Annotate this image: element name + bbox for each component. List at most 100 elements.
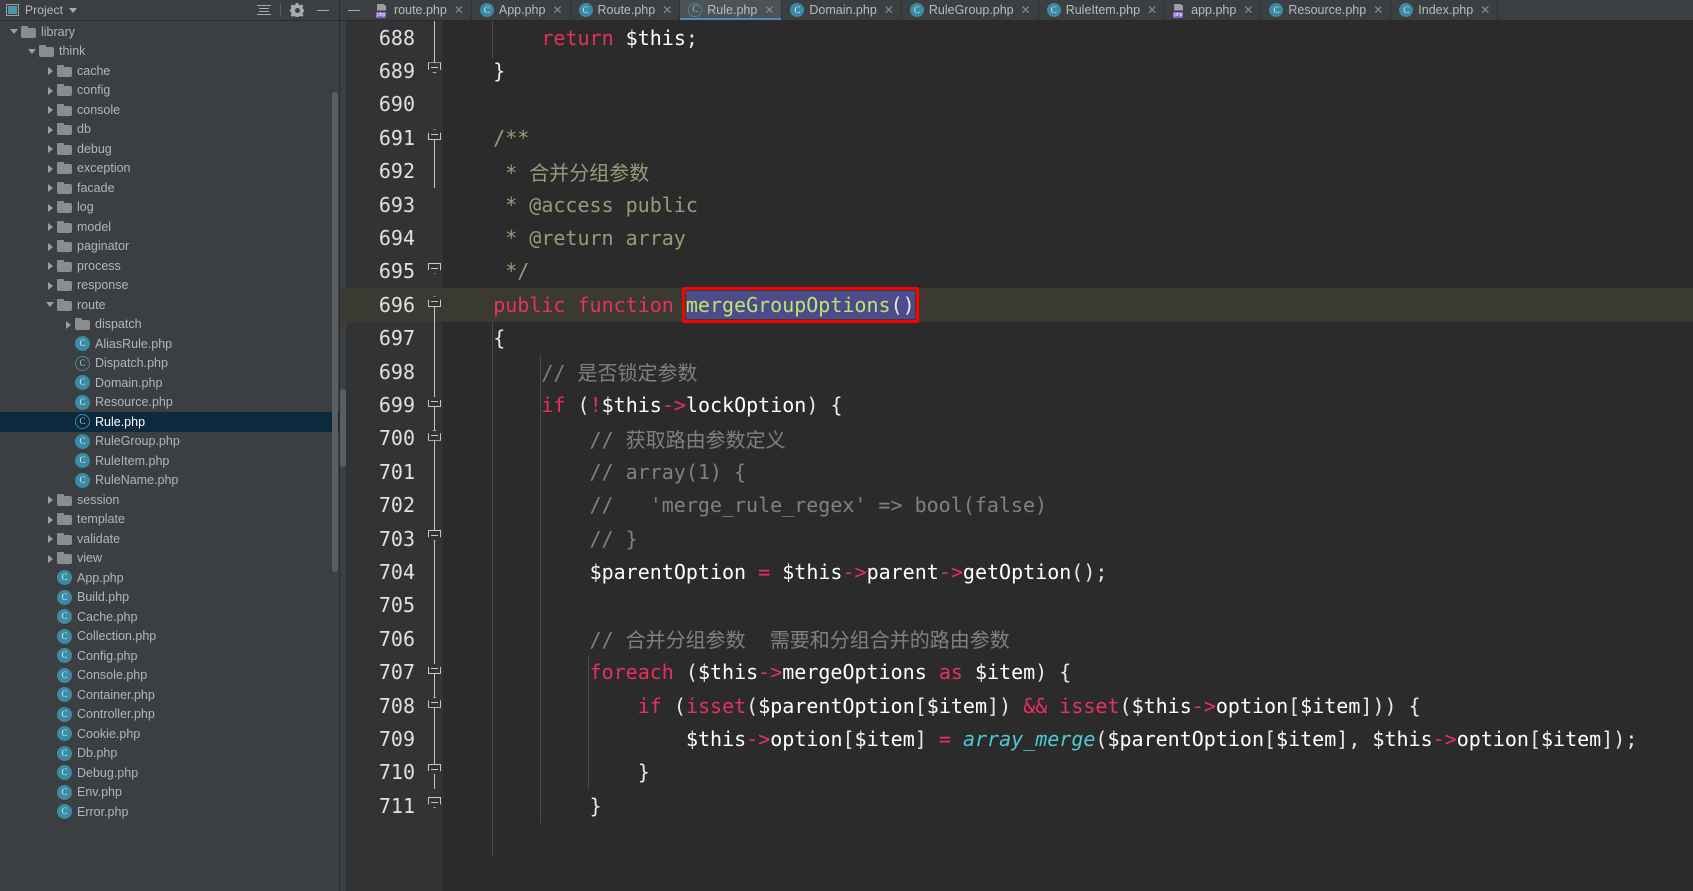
code-line[interactable]: 688 return $this; — [340, 21, 1693, 54]
tree-item[interactable]: C Build.php — [0, 588, 340, 608]
code-line[interactable]: 694 * @return array — [340, 221, 1693, 254]
close-icon[interactable]: ✕ — [454, 4, 464, 16]
triangle-down-icon[interactable] — [8, 25, 21, 38]
code-lines[interactable]: 688 return $this; 689 } 690 691 /** 692 * 合并… — [340, 21, 1693, 891]
triangle-right-icon[interactable] — [44, 493, 57, 506]
editor-tab[interactable]: C App.php ✕ — [472, 0, 571, 20]
code-line[interactable]: 706 // 合并分组参数 需要和分组合并的路由参数 — [340, 622, 1693, 655]
code-line[interactable]: 697 { — [340, 322, 1693, 355]
close-icon[interactable]: ✕ — [884, 4, 894, 16]
fold-toggle-icon[interactable] — [428, 62, 441, 75]
tree-item[interactable]: C Controller.php — [0, 705, 340, 725]
tree-item[interactable]: cache — [0, 61, 340, 81]
fold-gutter-cell[interactable] — [425, 756, 443, 789]
fold-toggle-icon[interactable] — [428, 296, 441, 309]
fold-gutter-cell[interactable] — [425, 355, 443, 388]
fold-gutter-cell[interactable] — [425, 388, 443, 421]
code-line[interactable]: 708 if (isset($parentOption[$item]) && i… — [340, 689, 1693, 722]
tree-item[interactable]: debug — [0, 139, 340, 159]
code-line[interactable]: 700 // 获取路由参数定义 — [340, 422, 1693, 455]
fold-toggle-icon[interactable] — [428, 796, 441, 810]
code-line[interactable]: 705 — [340, 589, 1693, 622]
tree-item[interactable]: process — [0, 256, 340, 276]
tree-item[interactable]: facade — [0, 178, 340, 198]
fold-gutter-cell[interactable] — [425, 155, 443, 188]
triangle-down-icon[interactable] — [26, 45, 39, 58]
editor-tab[interactable]: app.php ✕ — [1165, 0, 1262, 20]
close-icon[interactable]: ✕ — [1480, 4, 1490, 16]
close-icon[interactable]: ✕ — [1021, 4, 1031, 16]
code-line[interactable]: 695 */ — [340, 255, 1693, 288]
tree-item[interactable]: C Resource.php — [0, 393, 340, 413]
code-line[interactable]: 709 $this->option[$item] = array_merge($… — [340, 722, 1693, 755]
tree-item[interactable]: C Cookie.php — [0, 724, 340, 744]
close-icon[interactable]: ✕ — [764, 4, 774, 16]
code-line[interactable]: 698 // 是否锁定参数 — [340, 355, 1693, 388]
tree-item[interactable]: C RuleGroup.php — [0, 432, 340, 452]
triangle-right-icon[interactable] — [44, 103, 57, 116]
editor-tab[interactable]: C RuleGroup.php ✕ — [902, 0, 1039, 20]
triangle-right-icon[interactable] — [44, 552, 57, 565]
code-line[interactable]: 699 if (!$this->lockOption) { — [340, 388, 1693, 421]
triangle-right-icon[interactable] — [44, 142, 57, 155]
editor-tab[interactable]: C Resource.php ✕ — [1261, 0, 1392, 20]
tree-item[interactable]: db — [0, 120, 340, 140]
fold-gutter-cell[interactable] — [425, 555, 443, 588]
editor-tab[interactable]: C RuleItem.php ✕ — [1039, 0, 1166, 20]
code-line[interactable]: 702 // 'merge_rule_regex' => bool(false) — [340, 488, 1693, 521]
triangle-right-icon[interactable] — [44, 162, 57, 175]
fold-toggle-icon[interactable] — [428, 129, 441, 142]
tree-item[interactable]: validate — [0, 529, 340, 549]
fold-gutter-cell[interactable] — [425, 488, 443, 521]
triangle-right-icon[interactable] — [44, 201, 57, 214]
code-line[interactable]: 689 } — [340, 54, 1693, 87]
fold-gutter-cell[interactable] — [425, 288, 443, 321]
project-tree[interactable]: library think cache config console db debug exc… — [0, 21, 340, 891]
fold-gutter-cell[interactable] — [425, 522, 443, 555]
triangle-right-icon[interactable] — [44, 220, 57, 233]
triangle-right-icon[interactable] — [44, 84, 57, 97]
project-tree-scrollbar[interactable] — [332, 92, 338, 572]
tree-item[interactable]: paginator — [0, 237, 340, 257]
fold-gutter-cell[interactable] — [425, 88, 443, 121]
code-line[interactable]: 710 } — [340, 756, 1693, 789]
fold-gutter-cell[interactable] — [425, 689, 443, 722]
tree-item[interactable]: C Collection.php — [0, 627, 340, 647]
tree-item[interactable]: C AliasRule.php — [0, 334, 340, 354]
tree-item[interactable]: log — [0, 198, 340, 218]
fold-toggle-icon[interactable] — [428, 429, 441, 443]
triangle-right-icon[interactable] — [44, 513, 57, 526]
fold-gutter-cell[interactable] — [425, 121, 443, 154]
tree-item[interactable]: dispatch — [0, 315, 340, 335]
tree-item[interactable]: C Env.php — [0, 783, 340, 803]
code-line[interactable]: 704 $parentOption = $this->parent->getOp… — [340, 555, 1693, 588]
tree-item[interactable]: think — [0, 42, 340, 62]
tree-item[interactable]: session — [0, 490, 340, 510]
editor-tab[interactable]: C Route.php ✕ — [571, 0, 681, 20]
close-icon[interactable]: ✕ — [662, 4, 672, 16]
tree-item[interactable]: C Rule.php — [0, 412, 340, 432]
fold-gutter-cell[interactable] — [425, 21, 443, 54]
tree-item[interactable]: config — [0, 81, 340, 101]
editor-tab-bar[interactable]: route.php ✕ C App.php ✕ C Route.php ✕ C Rule.php ✕… — [340, 0, 1693, 21]
triangle-right-icon[interactable] — [44, 259, 57, 272]
fold-gutter-cell[interactable] — [425, 221, 443, 254]
fold-toggle-icon[interactable] — [428, 696, 441, 710]
triangle-right-icon[interactable] — [44, 279, 57, 292]
tree-item[interactable]: C Error.php — [0, 802, 340, 822]
code-line[interactable]: 701 // array(1) { — [340, 455, 1693, 488]
tree-item[interactable]: route — [0, 295, 340, 315]
tree-item[interactable]: C Dispatch.php — [0, 354, 340, 374]
fold-toggle-icon[interactable] — [428, 262, 441, 276]
triangle-right-icon[interactable] — [44, 181, 57, 194]
editor-tab[interactable]: C Domain.php ✕ — [782, 0, 902, 20]
tree-item[interactable]: C Container.php — [0, 685, 340, 705]
tree-item[interactable]: C App.php — [0, 568, 340, 588]
editor-tab[interactable]: route.php ✕ — [368, 0, 472, 20]
triangle-right-icon[interactable] — [44, 123, 57, 136]
tree-item[interactable]: library — [0, 22, 340, 42]
fold-gutter-cell[interactable] — [425, 455, 443, 488]
tree-item[interactable]: model — [0, 217, 340, 237]
code-line[interactable]: 696 public function mergeGroupOptions() — [340, 288, 1693, 322]
fold-gutter-cell[interactable] — [425, 789, 443, 822]
